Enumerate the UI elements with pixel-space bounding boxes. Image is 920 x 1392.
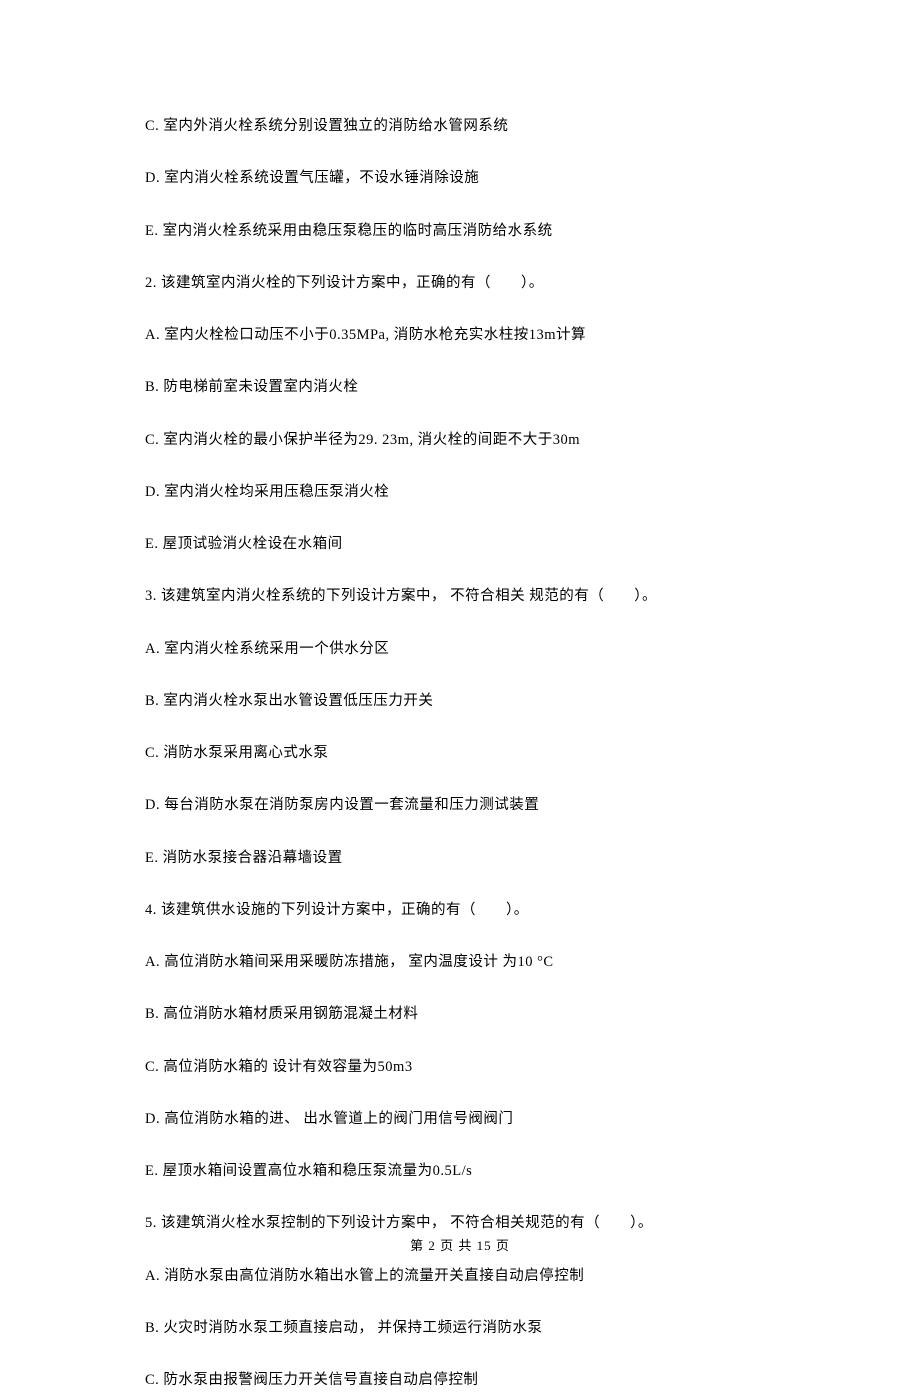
text-line: B. 高位消防水箱材质采用钢筋混凝土材料	[145, 1004, 775, 1026]
text-line: D. 室内消火栓均采用压稳压泵消火栓	[145, 482, 775, 504]
text-line: E. 屋顶试验消火栓设在水箱间	[145, 534, 775, 556]
text-line: B. 防电梯前室未设置室内消火栓	[145, 377, 775, 399]
text-line: C. 室内外消火栓系统分别设置独立的消防给水管网系统	[145, 116, 775, 138]
text-line: A. 室内消火栓系统采用一个供水分区	[145, 639, 775, 661]
text-line: B. 火灾时消防水泵工频直接启动， 并保持工频运行消防水泵	[145, 1318, 775, 1340]
text-line: A. 高位消防水箱间采用采暖防冻措施， 室内温度设计 为10 °C	[145, 952, 775, 974]
text-line: D. 每台消防水泵在消防泵房内设置一套流量和压力测试装置	[145, 795, 775, 817]
text-line: D. 高位消防水箱的进、 出水管道上的阀门用信号阀阀门	[145, 1109, 775, 1131]
text-line: 3. 该建筑室内消火栓系统的下列设计方案中， 不符合相关 规范的有（ ）。	[145, 586, 775, 608]
text-line: 2. 该建筑室内消火栓的下列设计方案中，正确的有（ ）。	[145, 273, 775, 295]
text-line: E. 消防水泵接合器沿幕墙设置	[145, 848, 775, 870]
text-line: C. 防水泵由报警阀压力开关信号直接自动启停控制	[145, 1370, 775, 1392]
text-line: A. 消防水泵由高位消防水箱出水管上的流量开关直接自动启停控制	[145, 1266, 775, 1288]
text-line: B. 室内消火栓水泵出水管设置低压压力开关	[145, 691, 775, 713]
text-line: D. 室内消火栓系统设置气压罐，不设水锤消除设施	[145, 168, 775, 190]
text-line: C. 高位消防水箱的 设计有效容量为50m3	[145, 1057, 775, 1079]
text-line: E. 室内消火栓系统采用由稳压泵稳压的临时高压消防给水系统	[145, 221, 775, 243]
text-line: E. 屋顶水箱间设置高位水箱和稳压泵流量为0.5L/s	[145, 1161, 775, 1183]
page-footer: 第 2 页 共 15 页	[0, 1235, 920, 1254]
text-line: C. 消防水泵采用离心式水泵	[145, 743, 775, 765]
text-line: 4. 该建筑供水设施的下列设计方案中，正确的有（ ）。	[145, 900, 775, 922]
document-content: C. 室内外消火栓系统分别设置独立的消防给水管网系统 D. 室内消火栓系统设置气…	[0, 0, 920, 1392]
text-line: C. 室内消火栓的最小保护半径为29. 23m, 消火栓的间距不大于30m	[145, 430, 775, 452]
text-line: 5. 该建筑消火栓水泵控制的下列设计方案中， 不符合相关规范的有（ ）。	[145, 1213, 775, 1235]
text-line: A. 室内火栓检口动压不小于0.35MPa, 消防水枪充实水柱按13m计算	[145, 325, 775, 347]
